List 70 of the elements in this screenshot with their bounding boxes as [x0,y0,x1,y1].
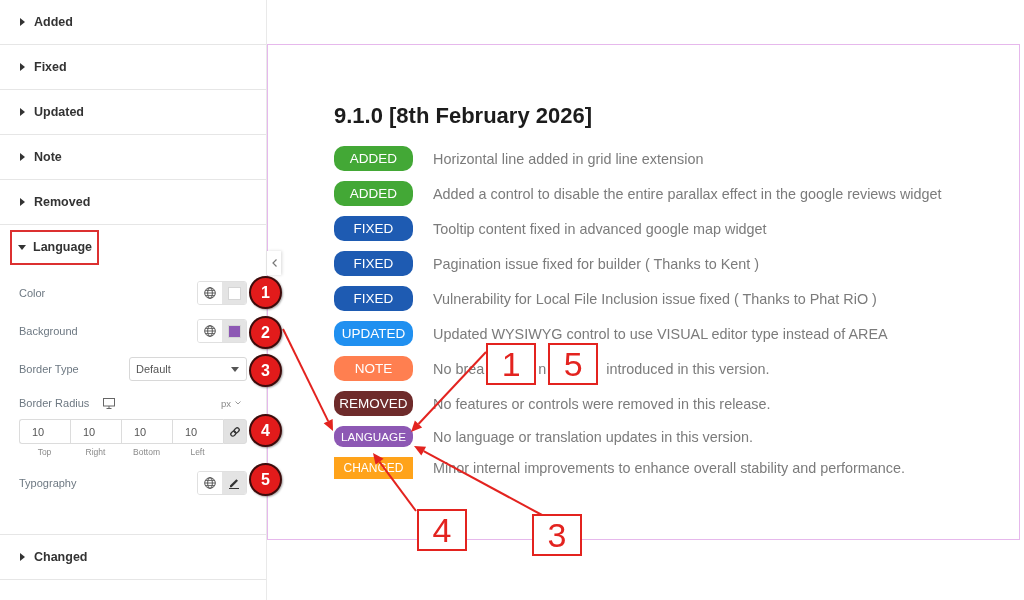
field-label: Right [84,447,107,457]
section-header[interactable]: Changed [10,539,95,575]
step-marker: 5 [249,463,282,496]
globe-icon [204,477,216,489]
category-tag: ADDED [334,181,413,206]
category-tag: FIXED [334,286,413,311]
category-tag: REMOVED [334,391,413,416]
field-label: Left [189,447,206,457]
dropdown[interactable]: Default [129,357,247,381]
caret-right-icon [20,153,25,161]
entry-text: introduced in this version. [606,360,770,377]
step-marker: 3 [249,354,282,387]
entry-text: Vulnerability for Local File Inclusion issue fixed ( Thanks to Phat RiO ) [433,290,877,307]
callout-box: 4 [417,509,467,551]
swatch-button[interactable] [222,320,246,342]
caret-right-icon [20,63,25,71]
step-marker: 4 [249,414,282,447]
control-label: Typography [19,477,77,489]
pencil-icon [228,477,240,489]
caret-right-icon [20,18,25,26]
caret-right-icon [20,198,25,206]
section-header[interactable]: Language [10,229,100,265]
step-marker: 1 [249,276,282,309]
link-button[interactable] [223,419,247,444]
step-marker: 2 [249,316,282,349]
caret-down-icon [231,366,239,372]
swatch-button[interactable] [222,282,246,304]
caret-right-icon [20,553,25,561]
entry-text: Added a control to disable the entire parallax effect in the google reviews widget [433,185,942,202]
category-tag: FIXED [334,251,413,276]
caret-right-icon [20,108,25,116]
globe-icon [204,325,216,337]
chevron-left-icon [271,259,277,267]
control-label: Background [19,325,78,337]
control-label: Border Type [19,363,79,375]
input-field[interactable]: 10 [19,419,70,444]
control-label: Color [19,287,46,299]
section-header[interactable]: Updated [10,94,91,130]
entry-text: Tooltip content fixed in advanced google map widget [433,220,767,237]
entry-text: Horizontal line added in grid line extension [433,150,704,167]
field-label: Top [36,447,53,457]
control-label: Border Radius [19,397,90,409]
category-tag: UPDATED [334,321,413,346]
category-tag: NOTE [334,356,413,381]
monitor-icon[interactable] [103,397,116,409]
category-tag: FIXED [334,216,413,241]
input-field[interactable]: 10 [172,419,223,444]
edit-button[interactable] [222,472,246,494]
section-header[interactable]: Note [10,139,69,175]
entry-text: n [538,360,547,377]
unit-selector[interactable]: px [220,397,241,409]
entry-text: Pagination issue fixed for builder ( Thanks to Kent ) [433,255,760,272]
version-title: 9.1.0 [8th February 2026] [334,103,593,129]
category-tag: LANGUAGE [334,426,413,447]
input-field[interactable]: 10 [70,419,121,444]
link-icon [229,425,241,438]
caret-down-icon [18,244,26,250]
section-header[interactable]: Removed [10,184,98,220]
section-header[interactable]: Added [10,4,80,40]
entry-text: Updated WYSIWYG control to use VISUAL editor type instead of AREA [433,325,888,342]
globe-icon [204,287,216,299]
callout-box: 3 [532,514,582,556]
callout-box: 1 [486,343,537,385]
input-field[interactable]: 10 [121,419,172,444]
callout-box: 5 [548,343,599,385]
entry-text: No language or translation updates in this version. [433,428,753,445]
section-header[interactable]: Fixed [10,49,74,85]
category-tag: ADDED [334,146,413,171]
field-label: Bottom [132,447,161,457]
chevron-down-icon [235,401,241,405]
